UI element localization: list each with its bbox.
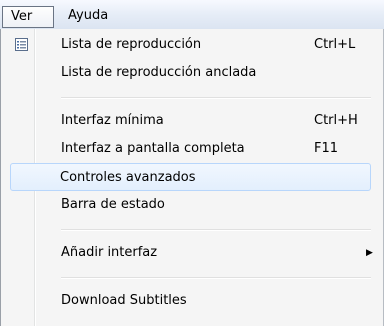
menu-item-label: Barra de estado [61, 197, 165, 212]
menu-item-fullscreen-interface[interactable]: Interfaz a pantalla completa F11 [3, 135, 381, 163]
menu-item-label: Interfaz mínima [61, 113, 164, 128]
menu-item-label: Download Subtitles [61, 293, 187, 308]
menu-item-label: Lista de reproducción anclada [61, 65, 257, 80]
menu-item-shortcut: F11 [314, 141, 339, 156]
menu-item-docked-playlist[interactable]: Lista de reproducción anclada [3, 59, 381, 87]
submenu-arrow-icon: ▶ [366, 248, 373, 258]
menu-item-minimal-interface[interactable]: Interfaz mínima Ctrl+H [3, 107, 381, 135]
menu-separator [61, 277, 371, 279]
menu-separator [61, 97, 371, 99]
menu-separator [61, 229, 371, 231]
menu-item-label: Interfaz a pantalla completa [61, 141, 245, 156]
menu-item-download-subtitles[interactable]: Download Subtitles [3, 287, 381, 315]
menu-item-label: Controles avanzados [60, 170, 196, 185]
menu-item-shortcut: Ctrl+L [314, 37, 356, 52]
menu-item-label: Lista de reproducción [61, 37, 202, 52]
menu-ver[interactable]: Ver [2, 6, 54, 28]
menu-item-add-interface[interactable]: Añadir interfaz ▶ [3, 239, 381, 267]
menu-bar: Ver Ayuda [0, 0, 384, 30]
menu-item-advanced-controls[interactable]: Controles avanzados [10, 163, 371, 191]
menu-ayuda[interactable]: Ayuda [60, 5, 116, 27]
menu-item-shortcut: Ctrl+H [314, 113, 358, 128]
ver-dropdown-menu: Lista de reproducción Ctrl+L Lista de re… [0, 29, 384, 326]
menu-item-label: Añadir interfaz [61, 245, 158, 260]
menu-item-playlist[interactable]: Lista de reproducción Ctrl+L [3, 31, 381, 59]
playlist-icon [15, 38, 28, 51]
menu-item-status-bar[interactable]: Barra de estado [3, 191, 381, 219]
